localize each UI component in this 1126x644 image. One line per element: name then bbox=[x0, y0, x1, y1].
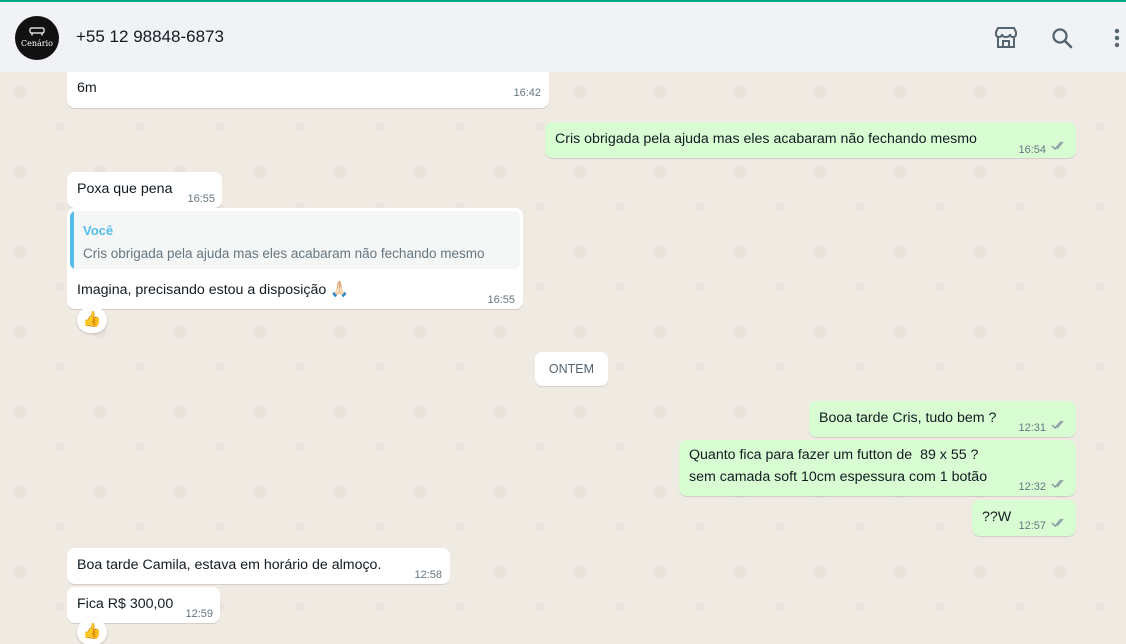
message-time: 12:32 bbox=[1018, 481, 1046, 493]
message-text: Fica R$ 300,00 bbox=[77, 596, 174, 612]
message-text: Quanto fica para fazer um futton de 89 x… bbox=[689, 447, 979, 463]
quote-bar bbox=[70, 211, 74, 269]
message-time: 16:54 bbox=[1018, 144, 1046, 156]
message-outgoing[interactable]: Cris obrigada pela ajuda mas eles acabar… bbox=[545, 122, 1076, 158]
menu-icon[interactable] bbox=[1104, 24, 1126, 52]
message-time: 12:57 bbox=[1018, 520, 1046, 532]
message-incoming[interactable]: 6m 16:42 bbox=[67, 72, 549, 108]
sofa-logo-icon bbox=[29, 27, 45, 36]
message-time: 12:59 bbox=[185, 608, 213, 620]
message-outgoing[interactable]: Quanto fica para fazer um futton de 89 x… bbox=[679, 440, 1076, 496]
message-incoming[interactable]: Boa tarde Camila, estava em horário de a… bbox=[67, 548, 450, 584]
praying-hands-emoji: 🙏🏻 bbox=[330, 281, 349, 298]
chat-header: Cenário +55 12 98848-6873 bbox=[0, 2, 1126, 72]
message-incoming[interactable]: Fica R$ 300,00 12:59 bbox=[67, 587, 220, 623]
message-text: Booa tarde Cris, tudo bem ? bbox=[819, 410, 997, 426]
message-time: 12:31 bbox=[1018, 422, 1046, 434]
message-incoming[interactable]: Poxa que pena 16:55 bbox=[67, 172, 222, 208]
quoted-message[interactable]: Você Cris obrigada pela ajuda mas eles a… bbox=[70, 211, 520, 269]
message-text-line2: sem camada soft 10cm espessura com 1 bot… bbox=[689, 469, 988, 485]
message-time: 12:58 bbox=[414, 569, 442, 581]
read-receipt-icon bbox=[1051, 141, 1064, 150]
read-receipt-icon bbox=[1051, 479, 1064, 488]
quote-text: Cris obrigada pela ajuda mas eles acabar… bbox=[83, 246, 485, 261]
message-time: 16:42 bbox=[513, 87, 541, 99]
message-outgoing[interactable]: Booa tarde Cris, tudo bem ? 12:31 bbox=[809, 401, 1076, 437]
message-text: Boa tarde Camila, estava em horário de a… bbox=[77, 557, 382, 573]
shop-icon[interactable] bbox=[992, 24, 1020, 52]
avatar-logo-text: Cenário bbox=[21, 39, 53, 48]
read-receipt-icon bbox=[1051, 518, 1064, 527]
message-time: 16:55 bbox=[187, 193, 215, 205]
message-text: Cris obrigada pela ajuda mas eles acabar… bbox=[555, 131, 977, 147]
reaction-thumbs-up[interactable]: 👍 bbox=[77, 307, 107, 333]
search-icon[interactable] bbox=[1048, 24, 1076, 52]
message-list: 6m 16:42 Cris obrigada pela ajuda mas el… bbox=[0, 72, 1126, 644]
message-time: 16:55 bbox=[487, 294, 515, 306]
date-divider: ONTEM bbox=[535, 352, 608, 386]
message-incoming-reply[interactable]: Você Cris obrigada pela ajuda mas eles a… bbox=[67, 208, 523, 309]
message-text: Poxa que pena bbox=[77, 181, 173, 197]
message-text: 6m bbox=[77, 80, 97, 96]
contact-name[interactable]: +55 12 98848-6873 bbox=[76, 27, 224, 47]
message-text-body: Imagina, precisando estou a disposição bbox=[77, 282, 327, 298]
reaction-thumbs-up[interactable]: 👍 bbox=[77, 619, 107, 644]
read-receipt-icon bbox=[1051, 420, 1064, 429]
quote-author: Você bbox=[83, 223, 114, 238]
message-text: Imagina, precisando estou a disposição 🙏… bbox=[77, 280, 349, 300]
message-text: ??W bbox=[982, 509, 1012, 525]
avatar[interactable]: Cenário bbox=[15, 16, 59, 60]
message-outgoing[interactable]: ??W 12:57 bbox=[972, 500, 1076, 536]
